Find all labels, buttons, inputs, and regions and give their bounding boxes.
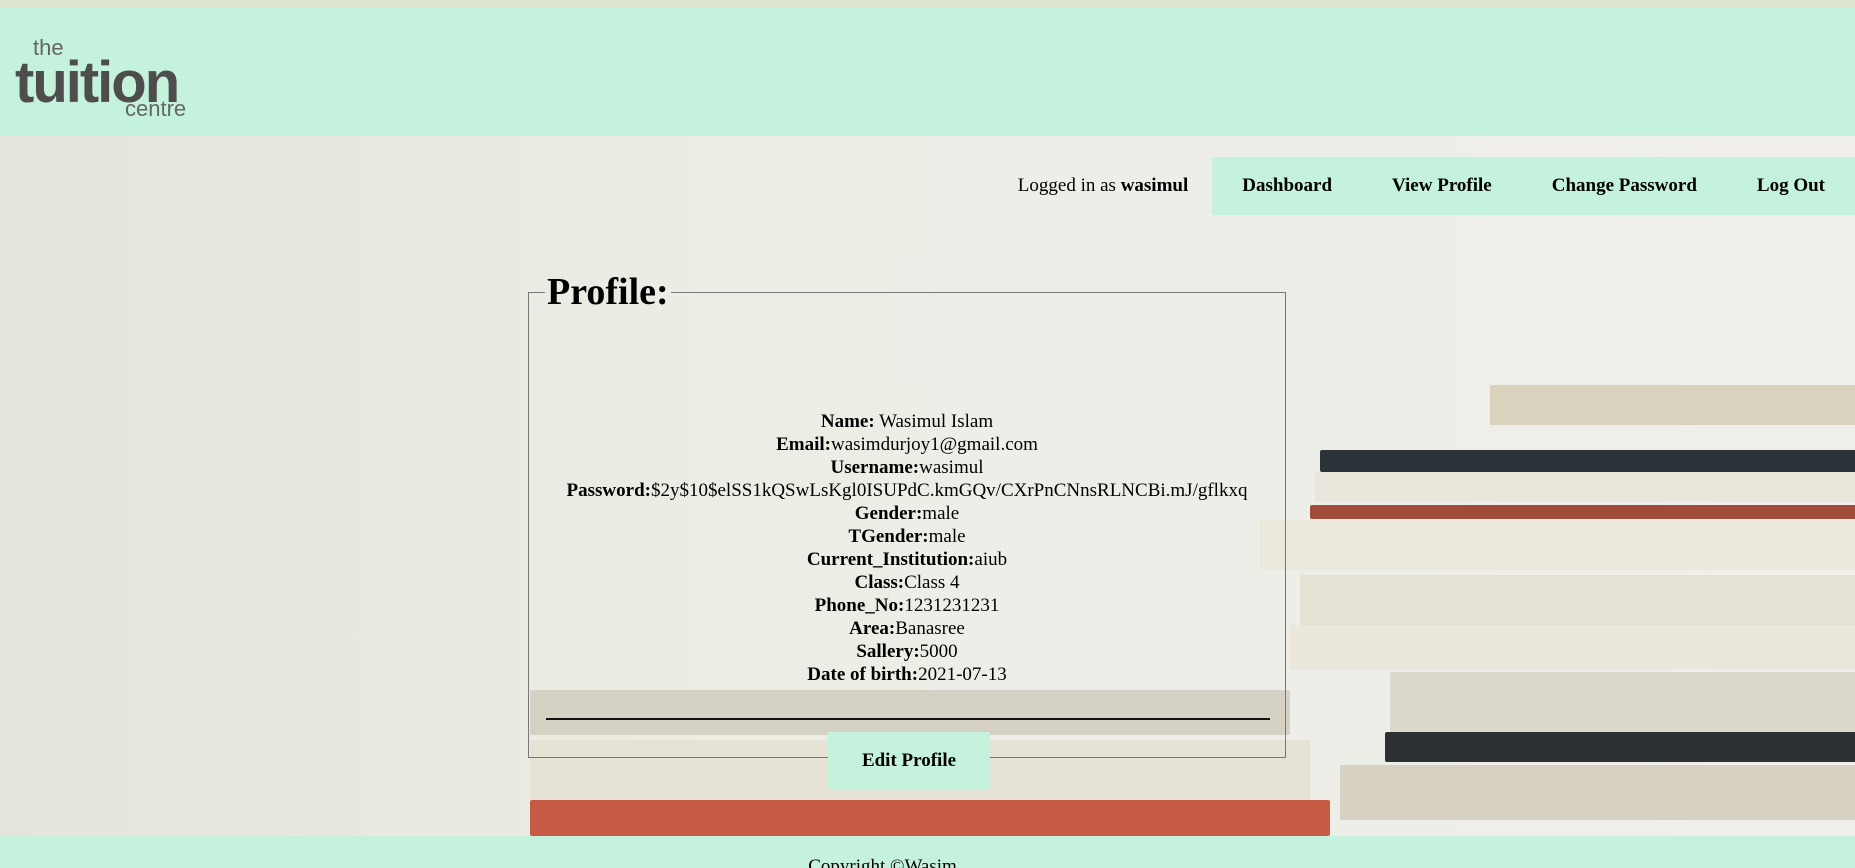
logo-centre-text: centre bbox=[125, 96, 187, 121]
nav-change-password-link[interactable]: Change Password bbox=[1522, 157, 1727, 215]
field-value: 2021-07-13 bbox=[918, 664, 1007, 685]
profile-legend: Profile: bbox=[547, 271, 669, 313]
field-label: Email: bbox=[776, 434, 831, 455]
top-band bbox=[0, 0, 1855, 7]
field-value: male bbox=[922, 503, 960, 524]
field-label: Gender: bbox=[854, 503, 923, 524]
field-label: Date of birth: bbox=[807, 664, 919, 685]
field-value: aiub bbox=[974, 549, 1008, 570]
field-label: Class: bbox=[854, 572, 905, 593]
copyright-text: Copyright ©Wasim bbox=[808, 856, 957, 868]
field-label: TGender: bbox=[848, 526, 929, 547]
field-label: Phone_No: bbox=[814, 595, 905, 616]
field-value: Banasree bbox=[895, 618, 965, 639]
nav-links: Dashboard View Profile Change Password L… bbox=[1212, 157, 1855, 215]
field-gender: Gender:male bbox=[529, 502, 1285, 525]
nav-dashboard-link[interactable]: Dashboard bbox=[1212, 157, 1362, 215]
field-sallery: Sallery:5000 bbox=[529, 640, 1285, 663]
tuition-centre-logo[interactable]: the tuition centre bbox=[15, 35, 215, 121]
field-class: Class:Class 4 bbox=[529, 571, 1285, 594]
logged-in-username: wasimul bbox=[1120, 175, 1189, 196]
field-area: Area:Banasree bbox=[529, 617, 1285, 640]
field-value: wasimdurjoy1@gmail.com bbox=[830, 434, 1038, 455]
site-header: the tuition centre bbox=[0, 7, 1855, 136]
field-email: Email:wasimdurjoy1@gmail.com bbox=[529, 433, 1285, 456]
field-username: Username:wasimul bbox=[529, 456, 1285, 479]
profile-fields: Name: Wasimul Islam Email:wasimdurjoy1@g… bbox=[529, 410, 1285, 686]
logged-in-prefix: Logged in as bbox=[1017, 175, 1116, 196]
field-value: male bbox=[928, 526, 966, 547]
field-password: Password:$2y$10$elSS1kQSwLsKgl0ISUPdC.km… bbox=[529, 479, 1285, 502]
field-phone: Phone_No:1231231231 bbox=[529, 594, 1285, 617]
field-label: Username: bbox=[830, 457, 920, 478]
field-value: wasimul bbox=[919, 457, 984, 478]
nav-view-profile-link[interactable]: View Profile bbox=[1362, 157, 1522, 215]
field-name: Name: Wasimul Islam bbox=[529, 410, 1285, 433]
profile-divider bbox=[546, 718, 1270, 720]
field-value: 5000 bbox=[919, 641, 958, 662]
field-value: Class 4 bbox=[904, 572, 960, 593]
field-label: Current_Institution: bbox=[806, 549, 975, 570]
site-footer: Copyright ©Wasim bbox=[0, 836, 1855, 868]
field-label: Password: bbox=[566, 480, 651, 501]
field-date-of-birth: Date of birth:2021-07-13 bbox=[529, 663, 1285, 686]
field-value: 1231231231 bbox=[904, 595, 1000, 616]
field-label: Name: bbox=[820, 411, 875, 432]
field-value: $2y$10$elSS1kQSwLsKgl0ISUPdC.kmGQv/CXrPn… bbox=[650, 480, 1248, 501]
edit-profile-button[interactable]: Edit Profile bbox=[828, 732, 990, 790]
nav-logout-link[interactable]: Log Out bbox=[1727, 157, 1855, 215]
field-tgender: TGender:male bbox=[529, 525, 1285, 548]
field-value: Wasimul Islam bbox=[874, 411, 994, 432]
field-label: Sallery: bbox=[856, 641, 920, 662]
top-nav: Logged in as wasimul Dashboard View Prof… bbox=[1018, 157, 1855, 215]
field-current-institution: Current_Institution:aiub bbox=[529, 548, 1285, 571]
field-label: Area: bbox=[849, 618, 896, 639]
logged-in-status: Logged in as wasimul bbox=[1018, 175, 1188, 197]
profile-fieldset: Profile: Name: Wasimul Islam Email:wasim… bbox=[528, 270, 1286, 790]
